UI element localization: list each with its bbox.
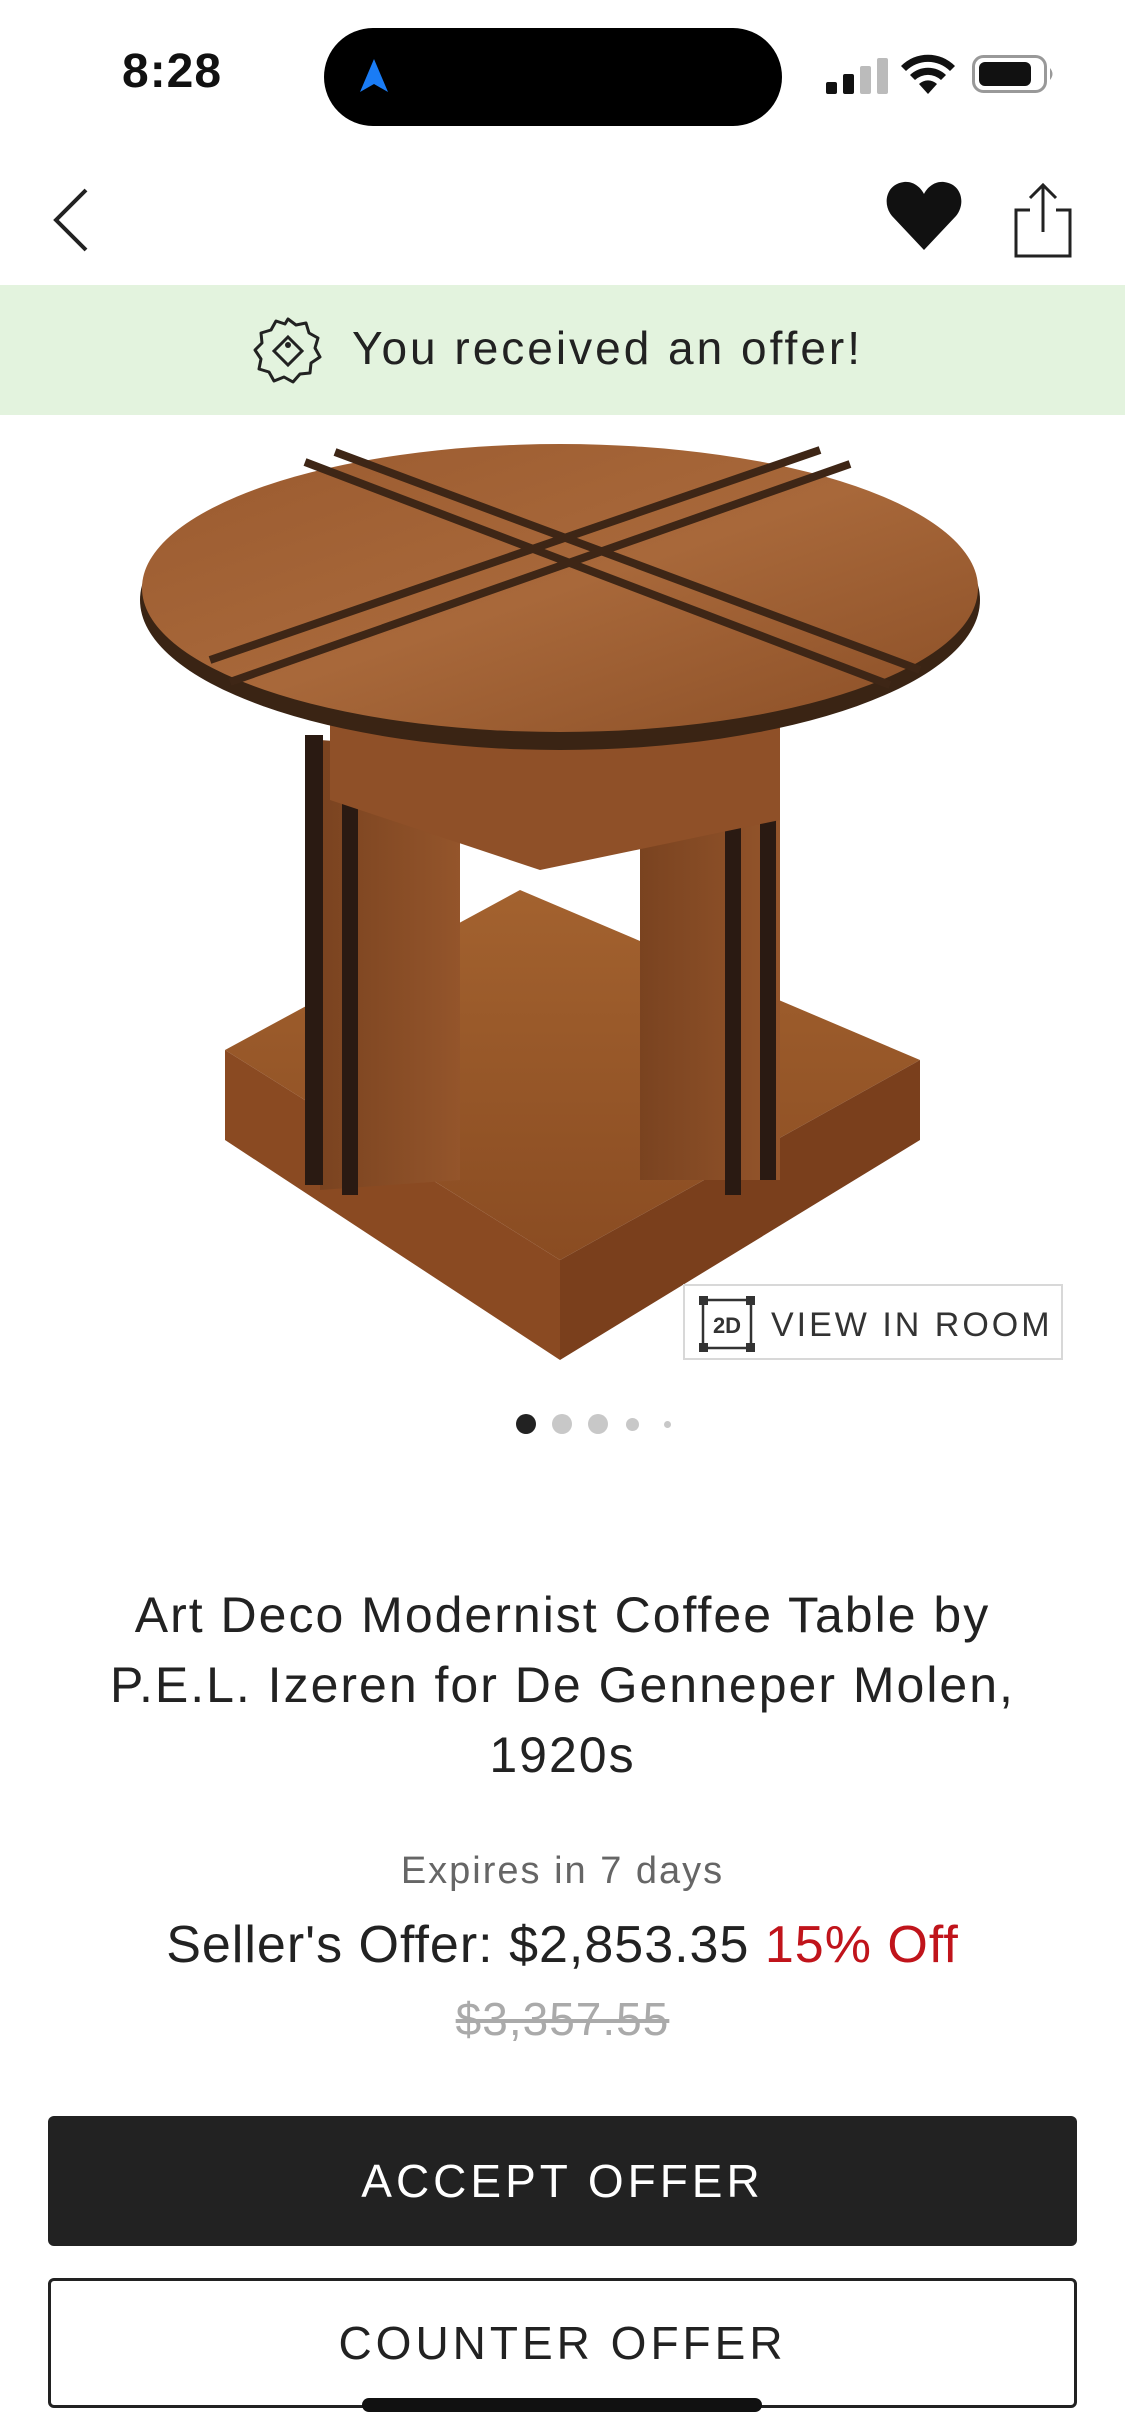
back-chevron-icon[interactable] (42, 180, 102, 260)
accept-offer-button[interactable]: ACCEPT OFFER (48, 2116, 1077, 2246)
view-in-room-button[interactable]: 2D VIEW IN ROOM (683, 1284, 1063, 1360)
product-title: Art Deco Modernist Coffee Table by P.E.L… (110, 1587, 1015, 1783)
home-indicator[interactable] (362, 2398, 762, 2412)
heart-icon[interactable] (884, 176, 964, 256)
battery-icon (972, 55, 1053, 93)
counter-offer-button[interactable]: COUNTER OFFER (48, 2278, 1077, 2408)
status-bar: 8:28 (0, 0, 1125, 150)
view-in-room-2d-icon: 2D (699, 1296, 755, 1352)
product-image[interactable] (120, 420, 1000, 1370)
cellular-signal-icon (826, 58, 888, 94)
share-icon[interactable] (1010, 180, 1076, 260)
offer-banner-text: You received an offer! (352, 322, 863, 374)
view-in-room-badge: 2D (713, 1313, 741, 1338)
original-price: $3,357.55 (455, 1993, 670, 2045)
wifi-icon (901, 54, 955, 94)
status-time: 8:28 (122, 45, 223, 98)
offer-expiry: Expires in 7 days (400, 1850, 725, 1892)
carousel-dot-active[interactable] (516, 1414, 536, 1434)
offer-label: Seller's Offer: (166, 1916, 494, 1974)
carousel-dot[interactable] (552, 1414, 572, 1434)
carousel-dots (516, 1414, 686, 1434)
carousel-dot[interactable] (626, 1418, 639, 1431)
price-tag-icon (253, 317, 322, 384)
offer-price-row: Seller's Offer: $2,853.35 15% Off (0, 1915, 1125, 1975)
discount-label: 15% Off (764, 1916, 959, 1974)
offer-banner[interactable]: You received an offer! (0, 285, 1125, 415)
view-in-room-label: VIEW IN ROOM (771, 1306, 1053, 1344)
carousel-dot[interactable] (664, 1421, 671, 1428)
offer-price: $2,853.35 (509, 1916, 750, 1974)
dynamic-island (324, 28, 782, 126)
location-arrow-icon (360, 59, 388, 92)
carousel-dot[interactable] (588, 1414, 608, 1434)
